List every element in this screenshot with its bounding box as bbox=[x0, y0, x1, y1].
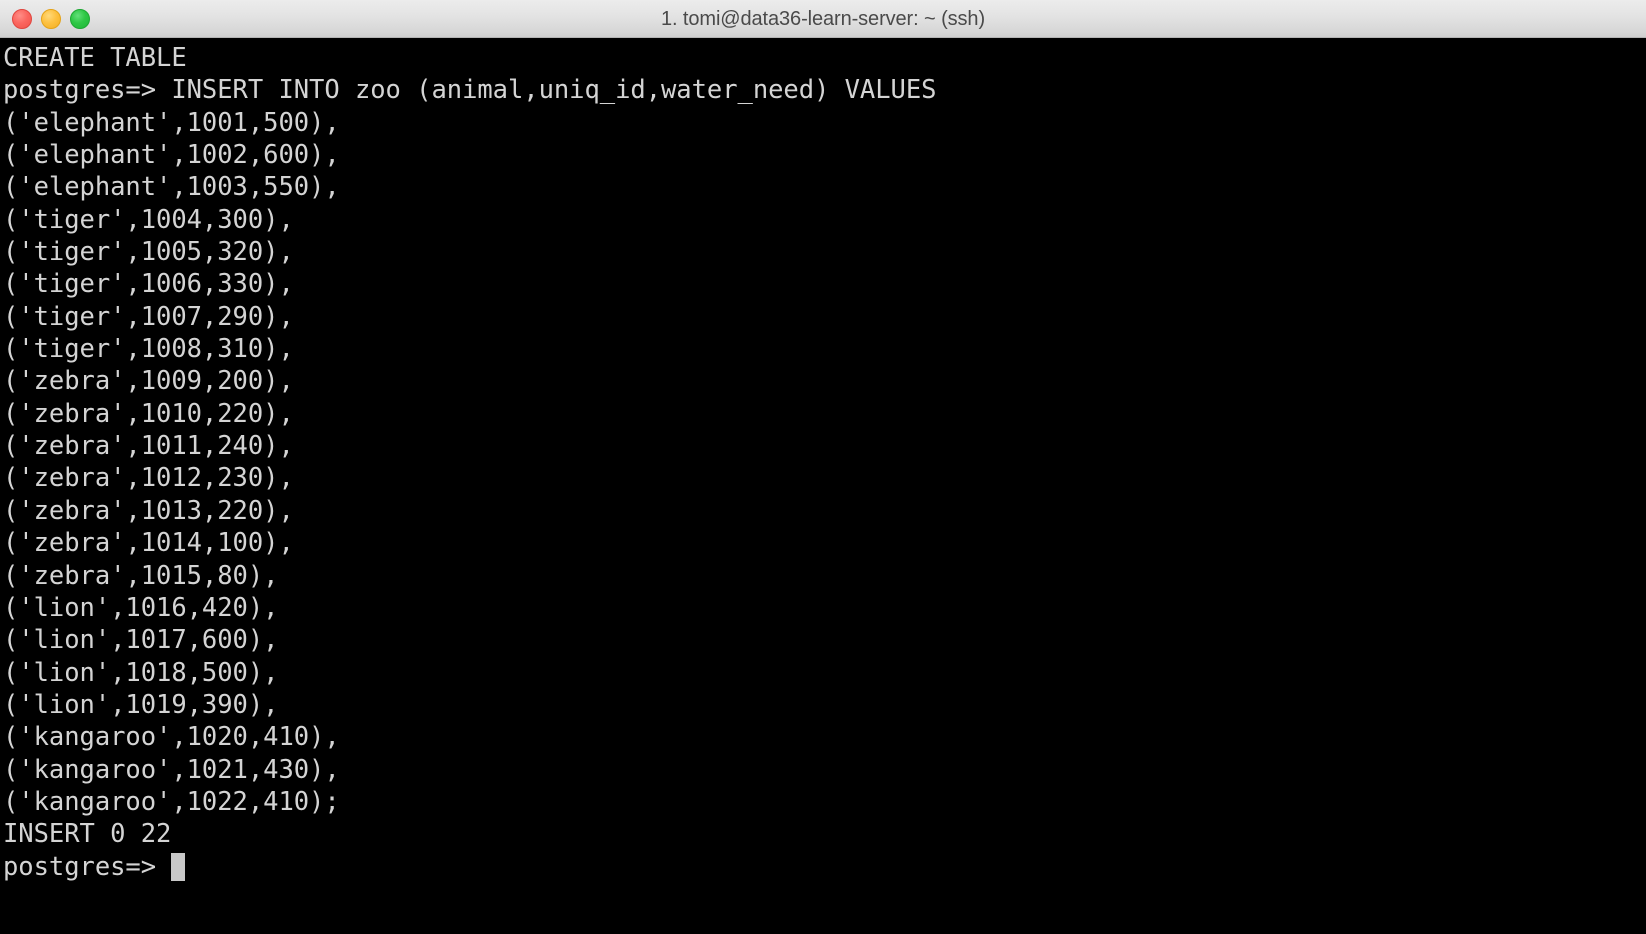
terminal-line: ('elephant',1003,550), bbox=[3, 172, 340, 203]
window-titlebar[interactable]: 1. tomi@data36-learn-server: ~ (ssh) bbox=[0, 0, 1646, 38]
terminal-line: ('kangaroo',1022,410); bbox=[3, 786, 340, 817]
terminal-line: ('tiger',1006,330), bbox=[3, 269, 294, 300]
terminal-line: ('lion',1019,390), bbox=[3, 689, 279, 720]
terminal-line: ('zebra',1009,200), bbox=[3, 366, 294, 397]
terminal-line: ('tiger',1004,300), bbox=[3, 204, 294, 235]
terminal-line: ('zebra',1014,100), bbox=[3, 528, 294, 559]
terminal-cursor bbox=[171, 852, 186, 881]
terminal-prompt-line[interactable]: postgres=> bbox=[3, 851, 1646, 883]
terminal-line: ('tiger',1005,320), bbox=[3, 237, 294, 268]
terminal-line: ('zebra',1013,220), bbox=[3, 495, 294, 526]
terminal-line: ('zebra',1010,220), bbox=[3, 398, 294, 429]
terminal-line: ('lion',1018,500), bbox=[3, 657, 279, 688]
window-title: 1. tomi@data36-learn-server: ~ (ssh) bbox=[660, 7, 986, 30]
terminal-line: ('zebra',1012,230), bbox=[3, 463, 294, 494]
terminal-line: ('tiger',1008,310), bbox=[3, 334, 294, 365]
terminal-line: ('lion',1017,600), bbox=[3, 625, 279, 656]
terminal-line: ('elephant',1001,500), bbox=[3, 107, 340, 138]
terminal-line: INSERT 0 22 bbox=[3, 819, 172, 850]
terminal-line: CREATE TABLE bbox=[3, 43, 187, 73]
terminal-line: ('elephant',1002,600), bbox=[3, 140, 340, 171]
minimize-button[interactable] bbox=[41, 9, 61, 29]
terminal-body[interactable]: CREATE TABLE postgres=> INSERT INTO zoo (… bbox=[0, 38, 1646, 934]
terminal-line: ('kangaroo',1021,430), bbox=[3, 754, 340, 785]
terminal-line: ('zebra',1011,240), bbox=[3, 431, 294, 462]
window-controls bbox=[12, 0, 90, 38]
terminal-line: ('zebra',1015,80), bbox=[3, 560, 279, 591]
terminal-screen[interactable]: CREATE TABLE postgres=> INSERT INTO zoo (… bbox=[3, 42, 1646, 934]
close-button[interactable] bbox=[12, 9, 32, 29]
terminal-line: ('tiger',1007,290), bbox=[3, 301, 294, 332]
terminal-line: postgres=> INSERT INTO zoo (animal,uniq_… bbox=[3, 75, 937, 106]
terminal-line: ('lion',1016,420), bbox=[3, 592, 279, 623]
terminal-window: 1. tomi@data36-learn-server: ~ (ssh) CRE… bbox=[0, 0, 1646, 934]
terminal-prompt-text: postgres=> bbox=[3, 851, 172, 882]
terminal-line: ('kangaroo',1020,410), bbox=[3, 722, 340, 753]
zoom-button[interactable] bbox=[70, 9, 90, 29]
